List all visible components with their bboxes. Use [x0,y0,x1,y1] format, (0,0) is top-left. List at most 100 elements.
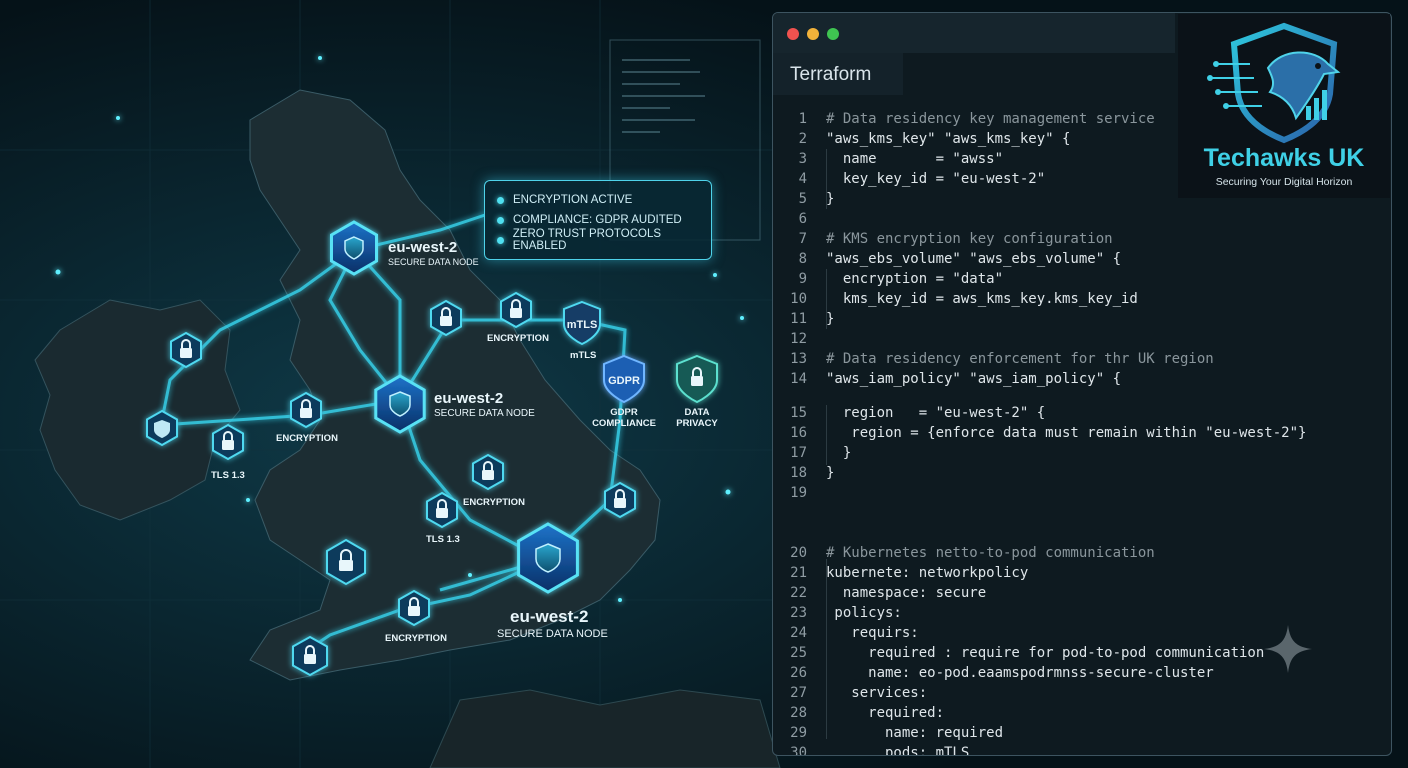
code-text: # Data residency key management service [826,111,1155,127]
code-text: # Data residency enforcement for thr UK … [826,351,1214,367]
status-row: ENCRYPTION ACTIVE [497,191,632,209]
tls-label: TLS 1.3 [211,470,245,481]
line-number: 24 [790,625,807,641]
shield-badge-icon [146,409,178,447]
code-line: 11} [773,309,1391,329]
code-text: name: required [826,725,1004,741]
line-number: 13 [790,351,807,367]
secure-data-node-central [374,374,426,434]
code-line: 9 encryption = "data" [773,269,1391,289]
node-label-region: eu-west-2 [510,607,588,626]
line-number: 27 [790,685,807,701]
status-row: ZERO TRUST PROTOCOLS ENABLED [497,228,711,252]
status-row: COMPLIANCE: GDPR AUDITED [497,211,682,229]
code-text: region = "eu-west-2" { [826,405,1046,421]
code-line: 14 "aws_iam_policy" "aws_iam_policy" { [773,369,1391,389]
line-number: 10 [790,291,807,307]
node-label-region: eu-west-2 [388,239,457,256]
code-line: 16 region = {enforce data must remain wi… [773,423,1391,443]
secure-data-node-north [330,220,378,276]
code-line: 27 services: [773,683,1391,703]
code-line: 28 required: [773,703,1391,723]
code-text: required: [826,705,945,721]
line-number: 17 [790,445,807,461]
node-label-subtitle: SECURE DATA NODE [497,628,608,640]
status-dot-icon [497,216,504,224]
code-text: policys: [826,605,902,621]
code-text: encryption = "data" [826,271,1004,287]
line-number: 8 [798,251,807,267]
code-text: pods: mTLS [826,745,970,756]
code-line: 30 pods: mTLS [773,743,1391,756]
code-text: kubernete: networkpolicy [826,565,1029,581]
code-line: 21 kubernete: networkpolicy [773,563,1391,583]
code-line: 13 # Data residency enforcement for thr U… [773,349,1391,369]
security-status-panel: ENCRYPTION ACTIVE COMPLIANCE: GDPR AUDIT… [484,180,712,260]
svg-text:mTLS: mTLS [567,319,598,331]
line-number: 15 [790,405,807,421]
maximize-window-button[interactable] [827,28,839,40]
line-number: 21 [790,565,807,581]
line-number: 23 [790,605,807,621]
code-line: 22 namespace: secure [773,583,1391,603]
code-line: 17 } [773,443,1391,463]
code-text: requirs: [826,625,919,641]
code-text: key_key_id = "eu-west-2" [826,171,1046,187]
line-number: 18 [790,465,807,481]
gdpr-label: COMPLIANCE [592,418,656,429]
node-label-region: eu-west-2 [434,390,503,407]
padlock-badge-icon [326,538,366,586]
code-line: 18} [773,463,1391,483]
code-text: services: [826,685,928,701]
line-number: 6 [798,211,807,227]
encryption-padlock-icon [500,291,532,329]
shield-icon [344,236,364,260]
line-number: 20 [790,545,807,561]
tls-padlock-icon [426,491,458,529]
code-line: 23 policys: [773,603,1391,623]
close-window-button[interactable] [787,28,799,40]
line-number: 30 [790,745,807,756]
code-text: } [826,311,835,327]
status-dot-icon [497,236,504,244]
code-text: } [826,465,835,481]
status-text: COMPLIANCE: GDPR AUDITED [513,214,682,226]
code-text: required : require for pod-to-pod commun… [826,645,1265,661]
line-number: 19 [790,485,807,501]
status-text: ZERO TRUST PROTOCOLS ENABLED [512,228,662,252]
padlock-badge-icon [292,635,328,677]
brand-tagline: Securing Your Digital Horizon [1215,176,1353,188]
status-text: ENCRYPTION ACTIVE [513,194,633,206]
tab-terraform[interactable]: Terraform [773,53,903,95]
line-number: 7 [798,231,807,247]
brand-logo: Techawks UK Securing Your Digital Horizo… [1178,14,1390,198]
code-line: 7 # KMS encryption key configuration [773,229,1391,249]
line-number: 4 [798,171,807,187]
code-line: 8 "aws_ebs_volume" "aws_ebs_volume" { [773,249,1391,269]
encryption-label: ENCRYPTION [276,433,338,444]
minimize-window-button[interactable] [807,28,819,40]
code-text: "aws_ebs_volume" "aws_ebs_volume" { [826,251,1122,267]
data-privacy-label: DATA [685,407,710,418]
line-number: 11 [790,311,807,327]
code-text: } [826,445,852,461]
code-text: region = {enforce data must remain withi… [826,425,1307,441]
line-number: 25 [790,645,807,661]
code-text: namespace: secure [826,585,987,601]
code-line: 12 [773,329,1391,349]
padlock-badge-icon [170,331,202,369]
line-number: 22 [790,585,807,601]
code-line: 19 [773,483,1391,503]
encryption-label: ENCRYPTION [487,333,549,344]
mtls-label: mTLS [570,350,596,361]
node-label-subtitle: SECURE DATA NODE [434,408,535,419]
hawk-shield-logo-icon [1207,22,1341,144]
data-privacy-label: PRIVACY [676,418,718,429]
tab-label: Terraform [790,64,872,85]
padlock-badge-icon [604,481,636,519]
svg-text:GDPR: GDPR [608,375,640,387]
code-text: name = "awss" [826,151,1004,167]
line-number: 9 [798,271,807,287]
code-line: 6 [773,209,1391,229]
gdpr-label: GDPR [610,407,638,418]
